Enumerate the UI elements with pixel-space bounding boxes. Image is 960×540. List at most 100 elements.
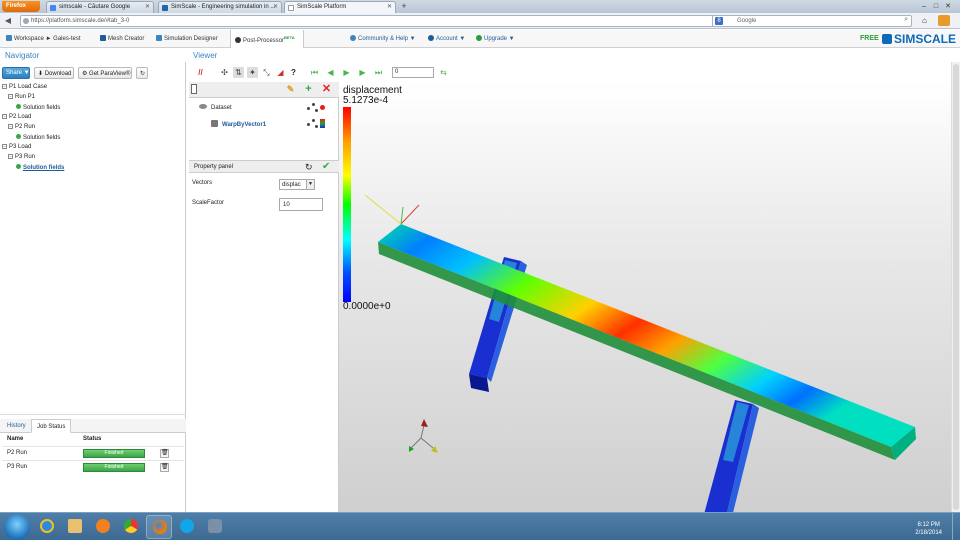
- orientation-icon[interactable]: ✦: [247, 67, 258, 78]
- loop-icon[interactable]: ⇆: [438, 67, 449, 78]
- tree-node-solution-fields-selected[interactable]: Solution fields: [16, 164, 64, 174]
- tab-history[interactable]: History: [2, 419, 31, 433]
- representation-icon[interactable]: [307, 103, 325, 113]
- reset-camera-icon[interactable]: ✣: [219, 67, 230, 78]
- search-icon[interactable]: ⌕: [904, 16, 908, 24]
- help-icon[interactable]: ?: [288, 67, 299, 78]
- vectors-select[interactable]: displac ▼: [279, 179, 315, 190]
- media-player-icon[interactable]: [90, 515, 116, 539]
- play-icon[interactable]: ▶: [341, 67, 352, 78]
- community-help-menu[interactable]: Community & Help ▼: [350, 35, 416, 42]
- grid-icon: [100, 35, 106, 41]
- collapse-icon[interactable]: −: [2, 114, 7, 119]
- last-frame-icon[interactable]: ⏭: [373, 67, 384, 78]
- previous-frame-icon[interactable]: ◀: [325, 67, 336, 78]
- close-window-icon[interactable]: ✕: [942, 2, 954, 11]
- color-legend-icon[interactable]: ◢: [275, 67, 286, 78]
- tree-node-load-case[interactable]: − P3 Load: [2, 144, 31, 154]
- collapse-icon[interactable]: −: [8, 94, 13, 99]
- skype-icon[interactable]: [174, 515, 200, 539]
- maximize-icon[interactable]: □: [930, 3, 942, 12]
- scrollbar-thumb[interactable]: [953, 64, 959, 510]
- tree-node-load-case[interactable]: − P1 Load Case: [2, 84, 47, 94]
- tree-node-load-case[interactable]: − P2 Load: [2, 114, 31, 124]
- tree-node-run[interactable]: − Run P1: [8, 94, 35, 104]
- url-bar[interactable]: https://platform.simscale.de/#tab_3-0: [20, 15, 724, 27]
- trash-icon[interactable]: 🗑: [160, 463, 169, 472]
- browser-tab[interactable]: SimScale - Engineering simulation in ...…: [158, 1, 282, 13]
- apply-checkmark-icon[interactable]: ✔: [322, 161, 330, 172]
- upgrade-menu[interactable]: Upgrade ▼: [476, 35, 515, 42]
- table-row: P3 Run Finished 🗑: [2, 460, 184, 473]
- new-tab-button[interactable]: +: [399, 1, 409, 12]
- close-icon[interactable]: ✕: [145, 3, 150, 10]
- internet-explorer-icon[interactable]: [34, 515, 60, 539]
- close-icon[interactable]: ✕: [387, 3, 392, 10]
- account-menu[interactable]: Account ▼: [428, 35, 465, 42]
- scale-factor-input[interactable]: 10: [279, 198, 323, 211]
- collapse-icon[interactable]: −: [2, 84, 7, 89]
- simscale-logo: SIMSCALE: [882, 32, 956, 46]
- panel-splitter[interactable]: [0, 414, 186, 417]
- tab-simulation-designer[interactable]: Simulation Designer: [152, 30, 222, 48]
- show-desktop-button[interactable]: [952, 513, 960, 540]
- minimize-icon[interactable]: –: [918, 3, 930, 12]
- first-frame-icon[interactable]: ⏮: [309, 67, 320, 78]
- pipeline-item-warp-by-vector[interactable]: WarpByVector1: [211, 120, 266, 132]
- google-search-engine-icon[interactable]: 8: [715, 17, 723, 25]
- beta-badge: BETA: [284, 35, 295, 40]
- scale-factor-label: ScaleFactor: [192, 200, 225, 206]
- logo-mark-icon: [882, 34, 892, 44]
- collapse-icon[interactable]: −: [8, 154, 13, 159]
- firefox-glyph: [153, 520, 167, 534]
- tree-node-run[interactable]: − P2 Run: [8, 124, 35, 134]
- windows-taskbar: 8:12 PM 2/18/2014: [0, 512, 960, 540]
- firefox-icon[interactable]: [146, 515, 172, 539]
- tab-job-status[interactable]: Job Status: [31, 419, 72, 433]
- frame-input[interactable]: 0: [392, 67, 434, 78]
- close-icon[interactable]: ✕: [273, 3, 278, 10]
- add-filter-icon[interactable]: +: [303, 84, 314, 95]
- clock[interactable]: 8:12 PM 2/18/2014: [915, 521, 942, 537]
- skype-glyph: [180, 519, 194, 533]
- chevron-down-icon[interactable]: ▼: [306, 180, 314, 189]
- settings-icon[interactable]: [202, 515, 228, 539]
- eye-icon[interactable]: [199, 104, 207, 109]
- tab-post-processor[interactable]: Post-ProcessorBETA: [230, 30, 304, 48]
- get-paraview-button[interactable]: ⚙ Get ParaView®: [78, 67, 132, 79]
- file-explorer-icon[interactable]: [62, 515, 88, 539]
- addon-icon[interactable]: [938, 15, 950, 26]
- tree-node-solution-fields[interactable]: Solution fields: [16, 104, 60, 114]
- trash-icon[interactable]: 🗑: [160, 449, 169, 458]
- tree-node-run[interactable]: − P3 Run: [8, 154, 35, 164]
- edit-icon[interactable]: ✎: [285, 84, 296, 95]
- browser-tab-active[interactable]: SimScale Platform ✕: [284, 1, 396, 13]
- search-bar[interactable]: 8 Google ⌕: [712, 15, 912, 27]
- render-canvas[interactable]: displacement 5.1273e-4 0.0000e+0: [339, 82, 951, 512]
- refresh-button[interactable]: ↻: [136, 67, 148, 79]
- share-button[interactable]: Share ▼: [2, 67, 30, 79]
- firefox-menu-button[interactable]: Firefox: [2, 1, 40, 12]
- tab-mesh-creator[interactable]: Mesh Creator: [96, 30, 148, 48]
- vertical-scrollbar[interactable]: [951, 62, 960, 512]
- coloring-icon[interactable]: [307, 119, 325, 129]
- axes-icon[interactable]: ⇅: [233, 67, 244, 78]
- ie-glyph: [40, 519, 54, 533]
- back-icon[interactable]: ◀: [3, 16, 13, 26]
- pipeline-item-dataset[interactable]: Dataset: [199, 104, 232, 116]
- start-button-icon[interactable]: [4, 514, 30, 540]
- tree-node-solution-fields[interactable]: Solution fields: [16, 134, 60, 144]
- home-icon[interactable]: ⌂: [922, 16, 927, 25]
- download-button[interactable]: ⬇ Download: [34, 67, 74, 79]
- rotate-icon[interactable]: ⤡: [261, 67, 272, 78]
- breadcrumb[interactable]: Workspace ► Gales-test: [2, 30, 85, 48]
- delete-filter-icon[interactable]: ✕: [321, 84, 332, 95]
- reset-icon[interactable]: ↻: [305, 162, 313, 173]
- menu-label: Account ▼: [436, 36, 466, 42]
- next-frame-icon[interactable]: ▶: [357, 67, 368, 78]
- collapse-icon[interactable]: −: [8, 124, 13, 129]
- chrome-icon[interactable]: [118, 515, 144, 539]
- browser-tab[interactable]: simscale - Căutare Google ✕: [46, 1, 154, 13]
- collapse-icon[interactable]: −: [2, 144, 7, 149]
- paraview-logo-icon[interactable]: //: [195, 67, 206, 78]
